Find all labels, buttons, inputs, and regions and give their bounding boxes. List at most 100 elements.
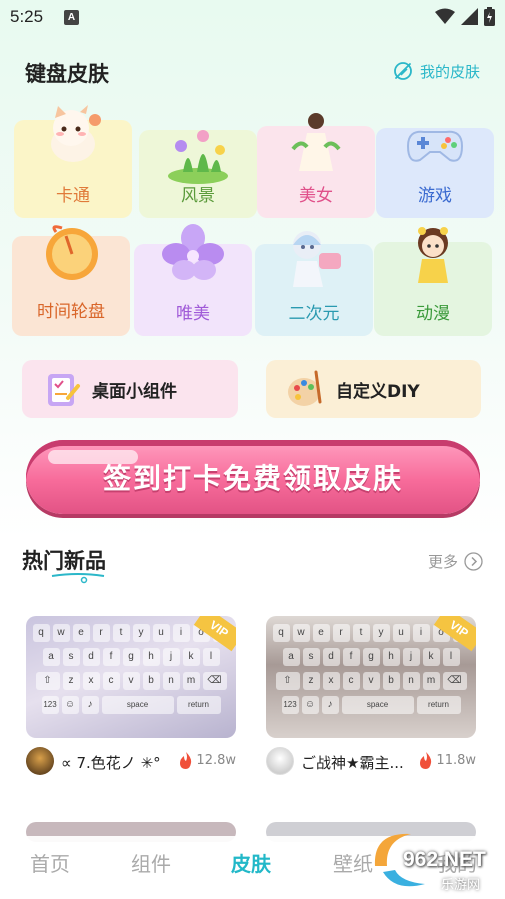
key: g (362, 648, 380, 666)
key: t (112, 624, 130, 642)
key: k (182, 648, 200, 666)
key: b (382, 672, 400, 690)
key: a (42, 648, 60, 666)
skin-author-name: ご战神★霸主... (301, 754, 404, 772)
battery-icon (484, 7, 495, 26)
heat-count: 11.8w (436, 753, 476, 768)
key: i (412, 624, 430, 642)
chevron-right-circle-icon (464, 552, 483, 571)
doll-icon (418, 227, 448, 283)
status-bar: 5:25 A (0, 0, 505, 34)
category-label: 卡通 (56, 186, 90, 206)
title-underline-decoration (51, 573, 105, 584)
keyboard-preview: q w e r t y u i o p a s d f g h j k l (266, 616, 476, 738)
key-row: ⇧ z x c v b n m ⌫ (272, 672, 470, 690)
key: r (332, 624, 350, 642)
key: v (122, 672, 140, 690)
key: e (312, 624, 330, 642)
skin-preview[interactable]: q w e r t y u i o p a s d f g h j k l (266, 616, 476, 738)
return-key: return (416, 696, 461, 714)
custom-diy-button[interactable]: 自定义DIY (266, 360, 481, 418)
avatar[interactable] (266, 747, 294, 775)
key: k (422, 648, 440, 666)
category-cartoon[interactable]: 卡通 (14, 105, 132, 218)
category-cartoon-anime[interactable]: 动漫 (374, 227, 492, 336)
skin-preview[interactable]: q w e r t y u i o p a s d f g h j k l (26, 616, 236, 738)
key: f (342, 648, 360, 666)
key: i (172, 624, 190, 642)
skin-author-name: ∝ 7.色花ノ ✳° (61, 754, 161, 772)
category-time-wheel[interactable]: 时间轮盘 (12, 225, 130, 336)
keyboard-preview: q w e r t y u i o p a s d f g h j k l (26, 616, 236, 738)
skin-meta: ご战神★霸主... 11.8w (266, 744, 476, 780)
desktop-widget-button[interactable]: 桌面小组件 (22, 360, 238, 418)
skin-card[interactable]: q w e r t y u i o p a s d f g h j k l (266, 616, 476, 780)
avatar[interactable] (26, 747, 54, 775)
key: j (162, 648, 180, 666)
category-beauty[interactable]: 美女 (257, 113, 375, 218)
category-anime[interactable]: 二次元 (255, 231, 373, 336)
button-gloss (48, 450, 138, 464)
key: a (282, 648, 300, 666)
category-aesthetic[interactable]: 唯美 (134, 224, 252, 336)
category-scenery[interactable]: 风景 (139, 130, 257, 218)
key: m (422, 672, 440, 690)
key-row: a s d f g h j k l (272, 648, 470, 666)
key: t (352, 624, 370, 642)
nav-skin[interactable]: 皮肤 (231, 848, 271, 877)
skin-meta: ∝ 7.色花ノ ✳° 12.8w (26, 744, 236, 780)
key: w (292, 624, 310, 642)
watermark-sub: 乐游网 (441, 878, 481, 893)
space-key: space (341, 696, 414, 714)
num-key: 123 (41, 696, 59, 714)
key: g (122, 648, 140, 666)
key: l (202, 648, 220, 666)
key: h (142, 648, 160, 666)
wheel-icon (46, 225, 98, 280)
key: d (322, 648, 340, 666)
category-label: 动漫 (416, 304, 450, 324)
shift-key-icon: ⇧ (35, 672, 60, 690)
status-icons (435, 7, 495, 26)
gamepad-icon (406, 130, 464, 162)
wifi-icon (435, 8, 455, 24)
key: z (302, 672, 320, 690)
skin-brush-icon (394, 62, 412, 80)
key: q (272, 624, 290, 642)
site-watermark: 962.NET 乐游网 (365, 826, 497, 896)
key: d (82, 648, 100, 666)
key-row: a s d f g h j k l (32, 648, 230, 666)
category-label: 美女 (299, 186, 333, 206)
mic-key-icon: ♪ (81, 696, 99, 714)
return-key: return (176, 696, 221, 714)
my-skin-link[interactable]: 我的皮肤 (392, 60, 480, 82)
category-label: 游戏 (418, 186, 452, 206)
desktop-widget-label: 桌面小组件 (92, 381, 177, 402)
shift-key-icon: ⇧ (275, 672, 300, 690)
key: m (182, 672, 200, 690)
category-game[interactable]: 游戏 (376, 128, 494, 218)
key-row: 123 ☺ ♪ space return (272, 696, 470, 714)
nav-home[interactable]: 首页 (30, 848, 70, 877)
key: x (322, 672, 340, 690)
status-time: 5:25 (10, 7, 44, 26)
checkin-free-skin-button[interactable]: 签到打卡免费领取皮肤 (26, 440, 480, 514)
skin-card[interactable]: q w e r t y u i o p a s d f g h j k l (26, 616, 236, 780)
watermark-brand: 962.NET (403, 848, 486, 871)
heat-count: 12.8w (196, 753, 236, 768)
category-label: 时间轮盘 (37, 302, 105, 322)
backspace-key-icon: ⌫ (202, 672, 227, 690)
backspace-key-icon: ⌫ (442, 672, 467, 690)
key: l (442, 648, 460, 666)
key: j (402, 648, 420, 666)
widget-clipboard-icon (48, 374, 80, 406)
emoji-key-icon: ☺ (301, 696, 319, 714)
flower-bush-icon (168, 130, 228, 184)
signal-icon (461, 8, 478, 25)
mic-key-icon: ♪ (321, 696, 339, 714)
nav-widgets[interactable]: 组件 (131, 848, 171, 877)
more-link[interactable]: 更多 (428, 551, 483, 572)
page-title: 键盘皮肤 (25, 62, 109, 86)
skin-heat: 12.8w (179, 752, 236, 769)
num-key: 123 (281, 696, 299, 714)
